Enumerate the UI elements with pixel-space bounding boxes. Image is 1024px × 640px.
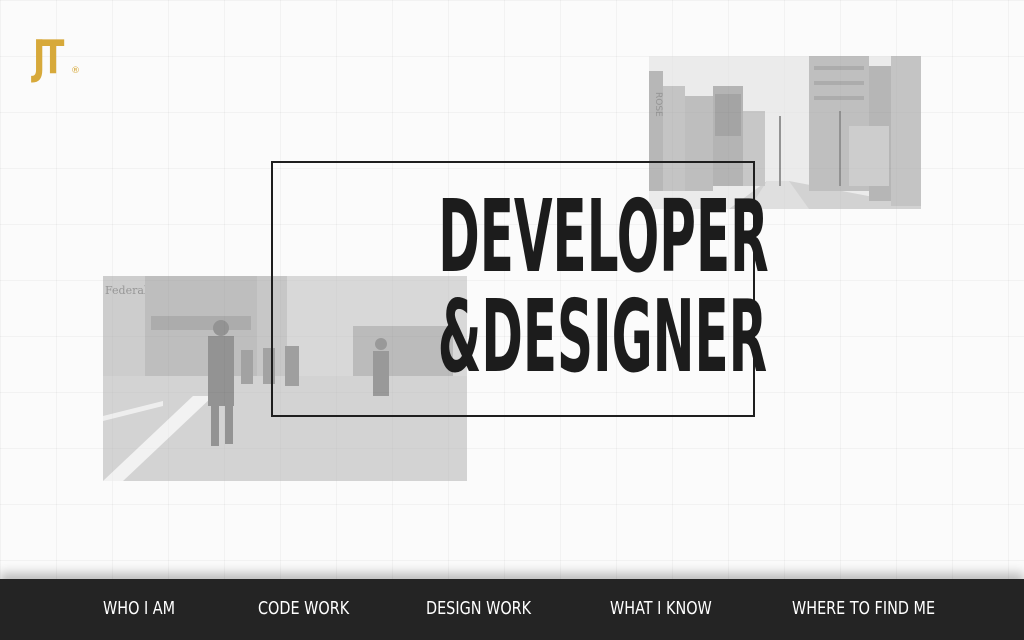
crowd-sign-text: Federal bbox=[105, 284, 148, 297]
nav-who-i-am[interactable]: WHO I AM bbox=[103, 597, 193, 621]
nav-what-i-know[interactable]: WHAT I KNOW bbox=[610, 597, 737, 621]
bottom-nav: WHO I AM CODE WORK DESIGN WORK WHAT I KN… bbox=[0, 579, 1024, 640]
logo-monogram: JT bbox=[33, 30, 64, 84]
registered-mark: ® bbox=[71, 66, 80, 76]
street-sign-text: ROSE bbox=[653, 92, 663, 117]
nav-where-to-find-me[interactable]: WHERE TO FIND ME bbox=[792, 597, 971, 621]
site-logo[interactable]: JT ® bbox=[33, 30, 80, 84]
hero-title-box: DEVELOPER &DESIGNER bbox=[271, 161, 769, 417]
nav-design-work[interactable]: DESIGN WORK bbox=[426, 597, 557, 621]
hero-title-line-1: DEVELOPER bbox=[438, 178, 769, 295]
nav-code-work[interactable]: CODE WORK bbox=[258, 597, 372, 621]
hero-title-line-2: &DESIGNER bbox=[437, 278, 768, 395]
